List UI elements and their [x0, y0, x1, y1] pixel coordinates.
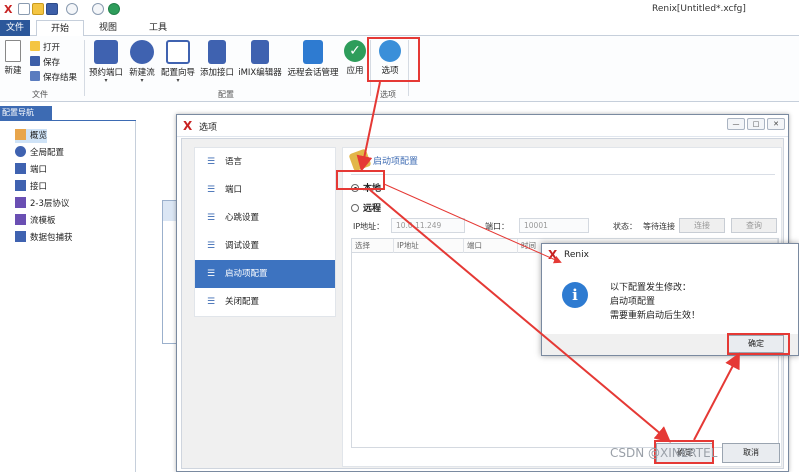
annotation-arrows: [356, 81, 740, 443]
arrow-local-to-ok: [369, 189, 672, 443]
arrow-ok-to-renix-ok: [693, 352, 740, 441]
watermark: CSDN @XINERTEL: [610, 446, 718, 460]
arrow-options-to-local: [356, 81, 381, 172]
